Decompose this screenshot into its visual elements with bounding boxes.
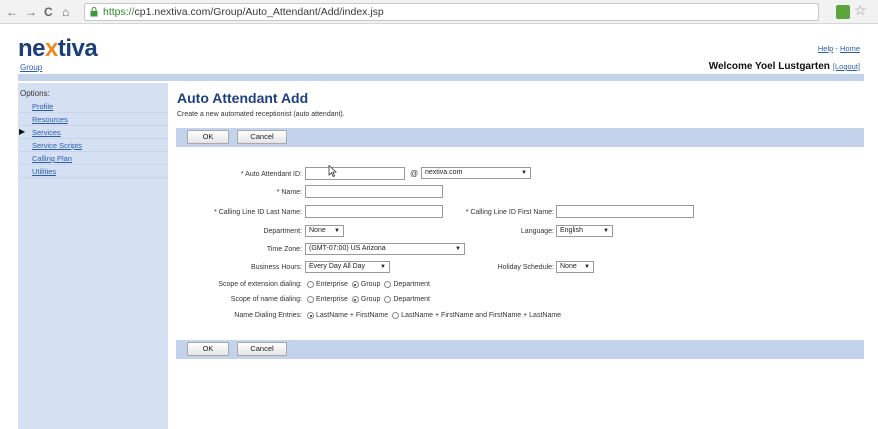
scope-ext-enterprise-radio[interactable] <box>307 281 314 288</box>
department-label: Department: <box>263 228 302 235</box>
bottom-button-bar: OK Cancel <box>176 340 864 359</box>
options-sidebar: Options: Profile Resources ▶ Services Ser… <box>18 83 168 429</box>
dropdown-arrow-icon: ▼ <box>334 228 340 234</box>
cancel-button[interactable]: Cancel <box>237 130 287 144</box>
name-dialing-entries-label: Name Dialing Entries: <box>234 312 302 319</box>
browser-toolbar: ← → C ⌂ https://cp1.nextiva.com/Group/Au… <box>0 0 878 24</box>
logout-link[interactable]: [Logout] <box>833 62 860 71</box>
options-heading: Options: <box>20 89 50 98</box>
language-select[interactable]: English ▼ <box>556 225 613 237</box>
timezone-select[interactable]: (GMT-07:00) US Arizona ▼ <box>305 243 465 255</box>
extension-icon[interactable] <box>836 5 850 19</box>
forward-icon[interactable]: → <box>25 4 37 20</box>
name-dialing-entries-radios: LastName + FirstName LastName + FirstNam… <box>307 312 565 319</box>
aa-id-input[interactable] <box>305 167 405 180</box>
top-button-bar: OK Cancel <box>176 128 864 147</box>
page-title: Auto Attendant Add <box>177 90 309 106</box>
sidebar-item-services[interactable]: ▶ Services <box>18 126 168 139</box>
cli-last-name-input[interactable] <box>305 205 443 218</box>
lock-icon <box>90 7 98 17</box>
dropdown-arrow-icon: ▼ <box>584 264 590 270</box>
home-link[interactable]: Home <box>840 44 860 53</box>
cli-last-name-label: * Calling Line ID Last Name: <box>214 209 302 216</box>
name-label: * Name: <box>276 189 302 196</box>
dropdown-arrow-icon: ▼ <box>521 170 527 176</box>
timezone-label: Time Zone: <box>266 246 302 253</box>
back-icon[interactable]: ← <box>6 4 18 20</box>
name-input[interactable] <box>305 185 443 198</box>
sidebar-item-service-scripts[interactable]: Service Scripts <box>18 139 168 152</box>
scope-ext-group-radio[interactable] <box>351 281 359 288</box>
scope-ext-department-radio[interactable] <box>384 281 392 288</box>
dropdown-arrow-icon: ▼ <box>380 264 386 270</box>
home-icon[interactable]: ⌂ <box>62 4 69 20</box>
sidebar-item-resources[interactable]: Resources <box>18 113 168 126</box>
language-label: Language: <box>520 228 554 235</box>
scope-name-group-radio[interactable] <box>351 296 359 303</box>
scope-extension-radios: Enterprise Group Department <box>307 281 434 288</box>
help-links: Help - Home <box>817 44 860 53</box>
url-text: https://cp1.nextiva.com/Group/Auto_Atten… <box>103 6 384 18</box>
cli-first-name-input[interactable] <box>556 205 694 218</box>
content-bottom-area <box>176 359 864 429</box>
help-link[interactable]: Help <box>818 44 833 53</box>
nextiva-logo: nextiva <box>18 35 98 62</box>
scope-name-radios: Enterprise Group Department <box>307 296 434 303</box>
auto-attendant-form: * Auto Attendant ID: @ nextiva.com ▼ * Na… <box>176 147 864 340</box>
sidebar-item-calling-plan[interactable]: Calling Plan <box>18 152 168 165</box>
address-bar[interactable]: https://cp1.nextiva.com/Group/Auto_Atten… <box>84 3 819 21</box>
sidebar-item-utilities[interactable]: Utilities <box>18 165 168 178</box>
mouse-cursor-icon <box>328 165 337 177</box>
scope-name-label: Scope of name dialing: <box>230 296 302 303</box>
dropdown-arrow-icon: ▼ <box>603 228 609 234</box>
holiday-schedule-select[interactable]: None ▼ <box>556 261 594 273</box>
name-entries-both-radio[interactable] <box>392 312 400 319</box>
aa-id-label: * Auto Attendant ID: <box>240 171 302 178</box>
business-hours-label: Business Hours: <box>251 264 302 271</box>
active-arrow-icon: ▶ <box>19 127 26 136</box>
sidebar-item-profile[interactable]: Profile <box>18 100 168 113</box>
welcome-text: Welcome Yoel Lustgarten [Logout] <box>708 61 860 72</box>
scope-name-enterprise-radio[interactable] <box>307 296 314 303</box>
bookmark-star-icon[interactable]: ☆ <box>854 2 867 19</box>
holiday-schedule-label: Holiday Schedule: <box>497 264 554 271</box>
cancel-button-bottom[interactable]: Cancel <box>237 342 287 356</box>
group-link[interactable]: Group <box>20 63 42 72</box>
name-entries-last-first-radio[interactable] <box>307 312 314 319</box>
department-select[interactable]: None ▼ <box>305 225 344 237</box>
reload-icon[interactable]: C <box>44 4 53 20</box>
ok-button[interactable]: OK <box>187 130 229 144</box>
scope-name-department-radio[interactable] <box>384 296 392 303</box>
dropdown-arrow-icon: ▼ <box>455 246 461 252</box>
domain-select[interactable]: nextiva.com ▼ <box>421 167 531 179</box>
ok-button-bottom[interactable]: OK <box>187 342 229 356</box>
business-hours-select[interactable]: Every Day All Day ▼ <box>305 261 390 273</box>
at-sign: @ <box>410 169 419 178</box>
cli-first-name-label: * Calling Line ID First Name: <box>465 209 554 216</box>
page-description: Create a new automated receptionist (aut… <box>177 111 345 118</box>
scope-extension-label: Scope of extension dialing: <box>218 281 302 288</box>
header-divider <box>18 74 864 81</box>
